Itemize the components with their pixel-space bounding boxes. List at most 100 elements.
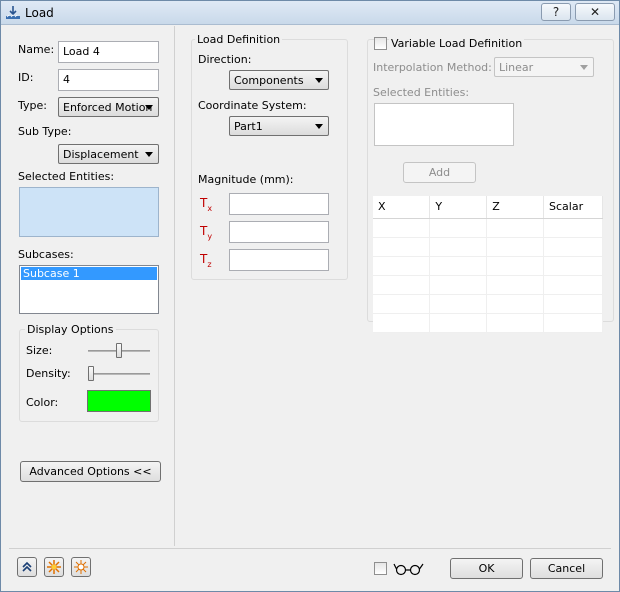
close-button[interactable]: ✕	[575, 3, 615, 21]
add-button[interactable]: Add	[403, 162, 476, 183]
load-app-icon	[6, 6, 20, 19]
subtype-select[interactable]: Displacement	[58, 144, 159, 164]
table-cell[interactable]	[486, 218, 545, 238]
table-cell[interactable]	[429, 313, 488, 333]
load-definition-title: Load Definition	[195, 33, 283, 46]
selected-entities-box[interactable]	[19, 187, 159, 237]
title-bar: Load ? ✕	[1, 1, 619, 25]
column-header-z[interactable]: Z	[486, 196, 545, 219]
direction-select-value: Components	[234, 74, 304, 87]
table-cell[interactable]	[543, 294, 603, 314]
table-cell[interactable]	[373, 218, 431, 238]
footer-divider	[9, 548, 611, 549]
column-header-x[interactable]: X	[373, 196, 431, 219]
glasses-icon	[393, 563, 424, 576]
collapse-up-icon	[22, 561, 32, 572]
coordinate-system-value: Part1	[234, 120, 263, 133]
table-cell[interactable]	[543, 218, 603, 238]
variable-load-checkbox[interactable]	[374, 37, 387, 50]
size-slider-thumb[interactable]	[116, 343, 122, 358]
id-label: ID:	[18, 71, 34, 84]
density-slider-track[interactable]	[88, 373, 150, 375]
table-cell[interactable]	[543, 256, 603, 276]
cancel-button[interactable]: Cancel	[530, 558, 603, 579]
display-options-title: Display Options	[25, 323, 116, 336]
table-cell[interactable]	[486, 313, 545, 333]
chevron-down-icon	[315, 78, 323, 83]
variable-selected-label: Selected Entities:	[373, 86, 470, 99]
tz-label: Tz	[200, 252, 212, 269]
variable-data-table[interactable]: X Y Z Scalar	[373, 196, 603, 333]
subcase-item[interactable]: Subcase 1	[21, 267, 157, 280]
chevron-down-icon	[315, 124, 323, 129]
interpolation-select[interactable]: Linear	[494, 57, 594, 77]
table-cell[interactable]	[373, 237, 431, 257]
table-cell[interactable]	[543, 313, 603, 333]
table-row[interactable]	[373, 313, 603, 333]
subtype-select-value: Displacement	[63, 148, 139, 161]
window-title: Load	[25, 6, 54, 20]
ok-button[interactable]: OK	[450, 558, 523, 579]
table-row[interactable]	[373, 218, 603, 238]
table-row[interactable]	[373, 256, 603, 276]
table-cell[interactable]	[543, 237, 603, 257]
selected-entities-label: Selected Entities:	[18, 170, 115, 183]
dialog-content: Name: Load 4 ID: 4 Type: Enforced Motion…	[1, 26, 619, 591]
subcases-label: Subcases:	[18, 248, 74, 261]
table-cell[interactable]	[543, 275, 603, 295]
ty-input[interactable]	[229, 221, 329, 243]
table-cell[interactable]	[429, 237, 488, 257]
size-label: Size:	[26, 344, 53, 357]
collapse-up-button[interactable]	[17, 557, 37, 577]
id-input[interactable]: 4	[58, 69, 159, 91]
load-star-icon	[47, 560, 61, 574]
variable-selected-box[interactable]	[374, 103, 514, 146]
table-cell[interactable]	[486, 275, 545, 295]
table-row[interactable]	[373, 294, 603, 314]
load-star-outline-icon	[74, 560, 88, 574]
subtype-label: Sub Type:	[18, 125, 72, 138]
coordinate-system-label: Coordinate System:	[198, 99, 307, 112]
table-cell[interactable]	[373, 294, 431, 314]
table-cell[interactable]	[486, 294, 545, 314]
column-header-scalar[interactable]: Scalar	[543, 196, 603, 219]
table-cell[interactable]	[373, 313, 431, 333]
table-row[interactable]	[373, 275, 603, 295]
table-cell[interactable]	[486, 256, 545, 276]
advanced-options-button[interactable]: Advanced Options <<	[20, 461, 161, 482]
subcases-list[interactable]: Subcase 1	[19, 265, 159, 314]
column-divider	[174, 26, 175, 546]
table-cell[interactable]	[429, 256, 488, 276]
tz-subscript: z	[207, 260, 212, 269]
tz-input[interactable]	[229, 249, 329, 271]
table-cell[interactable]	[429, 294, 488, 314]
density-label: Density:	[26, 367, 71, 380]
direction-select[interactable]: Components	[229, 70, 329, 90]
table-cell[interactable]	[373, 256, 431, 276]
help-button[interactable]: ?	[541, 3, 571, 21]
type-select[interactable]: Enforced Motion	[58, 97, 159, 117]
table-cell[interactable]	[429, 218, 488, 238]
density-slider-thumb[interactable]	[88, 366, 94, 381]
interpolation-label: Interpolation Method:	[373, 61, 492, 74]
variable-load-label: Variable Load Definition	[389, 37, 525, 50]
tx-subscript: x	[207, 204, 213, 213]
load-star-button[interactable]	[44, 557, 64, 577]
color-label: Color:	[26, 396, 59, 409]
column-header-y[interactable]: Y	[429, 196, 488, 219]
table-cell[interactable]	[373, 275, 431, 295]
glasses-checkbox[interactable]	[374, 562, 387, 575]
chevron-down-icon	[145, 152, 153, 157]
table-row[interactable]	[373, 237, 603, 257]
table-cell[interactable]	[486, 237, 545, 257]
chevron-down-icon	[580, 65, 588, 70]
interpolation-value: Linear	[499, 61, 534, 74]
name-input[interactable]: Load 4	[58, 41, 159, 63]
color-swatch[interactable]	[87, 390, 151, 412]
tx-input[interactable]	[229, 193, 329, 215]
load-star-outline-button[interactable]	[71, 557, 91, 577]
ty-label: Ty	[200, 224, 212, 241]
name-label: Name:	[18, 43, 55, 56]
table-cell[interactable]	[429, 275, 488, 295]
coordinate-system-select[interactable]: Part1	[229, 116, 329, 136]
